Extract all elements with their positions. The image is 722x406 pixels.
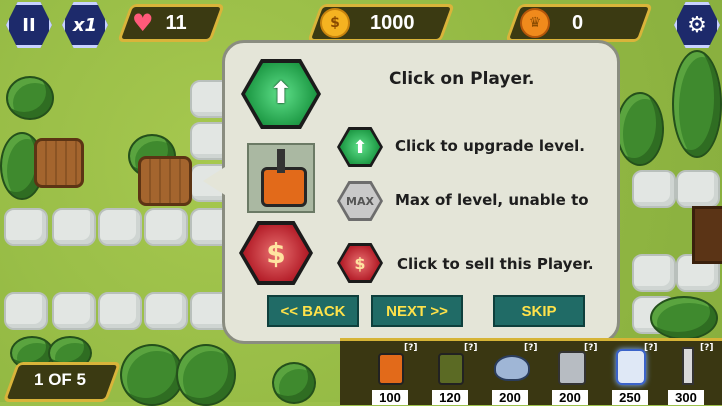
gear-icon: ⚙	[687, 12, 707, 38]
sell-instruction: Click to sell this Player.	[397, 255, 594, 273]
gold-count: 1000	[370, 11, 415, 34]
upgrade-instruction: Click to upgrade level.	[395, 137, 585, 155]
max-level-icon: MAX	[337, 181, 383, 221]
path-stone	[144, 292, 188, 330]
wave-counter: 1 OF 5	[34, 370, 86, 389]
path-stone	[632, 254, 676, 292]
path-stone	[4, 208, 48, 246]
price-label: 100	[372, 390, 408, 405]
mech-icon	[558, 351, 586, 385]
info-hint: [?]	[644, 343, 658, 353]
path-stone	[676, 170, 720, 208]
price-label: 300	[668, 390, 704, 405]
shop-item-mech[interactable]: [?] 200	[548, 341, 600, 405]
tree	[672, 50, 722, 158]
radar-dish-icon	[494, 355, 530, 381]
tank-cannon-icon	[277, 149, 285, 173]
tutorial-dialog: ⬆ Click on Player. ⬆ Click to upgrade le…	[203, 40, 620, 344]
info-hint: [?]	[584, 343, 598, 353]
dialog-title: Click on Player.	[389, 69, 535, 89]
next-button[interactable]: NEXT >>	[371, 295, 463, 327]
price-label: 200	[492, 390, 528, 405]
gold-content: $ 1000	[320, 8, 415, 38]
shop-item-missile[interactable]: [?] 300	[666, 341, 718, 405]
missile-launcher-icon	[682, 347, 694, 385]
price-label: 120	[432, 390, 468, 405]
tank-body-icon	[261, 167, 307, 207]
gold-coin-icon: $	[320, 8, 350, 38]
price-label: 200	[552, 390, 588, 405]
upgrade-gem-large-icon: ⬆	[241, 59, 321, 129]
path-stone	[632, 170, 676, 208]
path-stone	[144, 208, 188, 246]
info-hint: [?]	[464, 343, 478, 353]
path-stone	[98, 208, 142, 246]
tank-orange-icon	[378, 353, 404, 385]
tree	[176, 344, 236, 406]
bush	[6, 76, 54, 120]
gem-icon: ♛	[520, 8, 550, 38]
path-stone	[52, 292, 96, 330]
tree	[616, 92, 664, 166]
bush	[272, 362, 316, 404]
heart-icon: ♥	[132, 9, 154, 37]
tower-shop-bar: [?] 100 [?] 120 [?] 200 [?] 200 [?] 250 …	[340, 338, 722, 405]
tree	[120, 344, 184, 406]
player-tank-preview	[247, 143, 315, 213]
back-button[interactable]: << BACK	[267, 295, 359, 327]
sell-icon: $	[337, 243, 383, 283]
dialog-pointer	[203, 167, 225, 195]
skip-button[interactable]: SKIP	[493, 295, 585, 327]
sell-gem-large-icon: $	[239, 221, 313, 285]
shop-item-tank-2[interactable]: [?] 120	[428, 341, 480, 405]
gems-count: 0	[572, 11, 584, 34]
info-hint: [?]	[524, 343, 538, 353]
upgrade-level-icon: ⬆	[337, 127, 383, 167]
shop-item-tesla[interactable]: [?] 250	[608, 341, 660, 405]
path-stone	[4, 292, 48, 330]
pause-icon: II	[22, 14, 36, 36]
lives-count: 11	[165, 11, 187, 34]
shop-item-radar[interactable]: [?] 200	[488, 341, 540, 405]
info-hint: [?]	[700, 343, 714, 353]
barrel	[34, 138, 84, 188]
barrel	[138, 156, 192, 206]
price-label: 250	[612, 390, 648, 405]
bush	[650, 296, 718, 340]
gems-content: ♛ 0	[520, 8, 584, 38]
max-badge: MAX	[340, 184, 380, 218]
exit-gate	[692, 206, 722, 264]
path-stone	[98, 292, 142, 330]
tank-green-icon	[438, 353, 464, 385]
max-instruction: Max of level, unable to	[395, 191, 589, 209]
lives-content: ♥ 11	[132, 9, 212, 37]
speed-label: x1	[72, 14, 98, 36]
info-hint: [?]	[404, 343, 418, 353]
shop-item-tank-1[interactable]: [?] 100	[368, 341, 420, 405]
tesla-tower-icon	[616, 349, 646, 385]
path-stone	[52, 208, 96, 246]
